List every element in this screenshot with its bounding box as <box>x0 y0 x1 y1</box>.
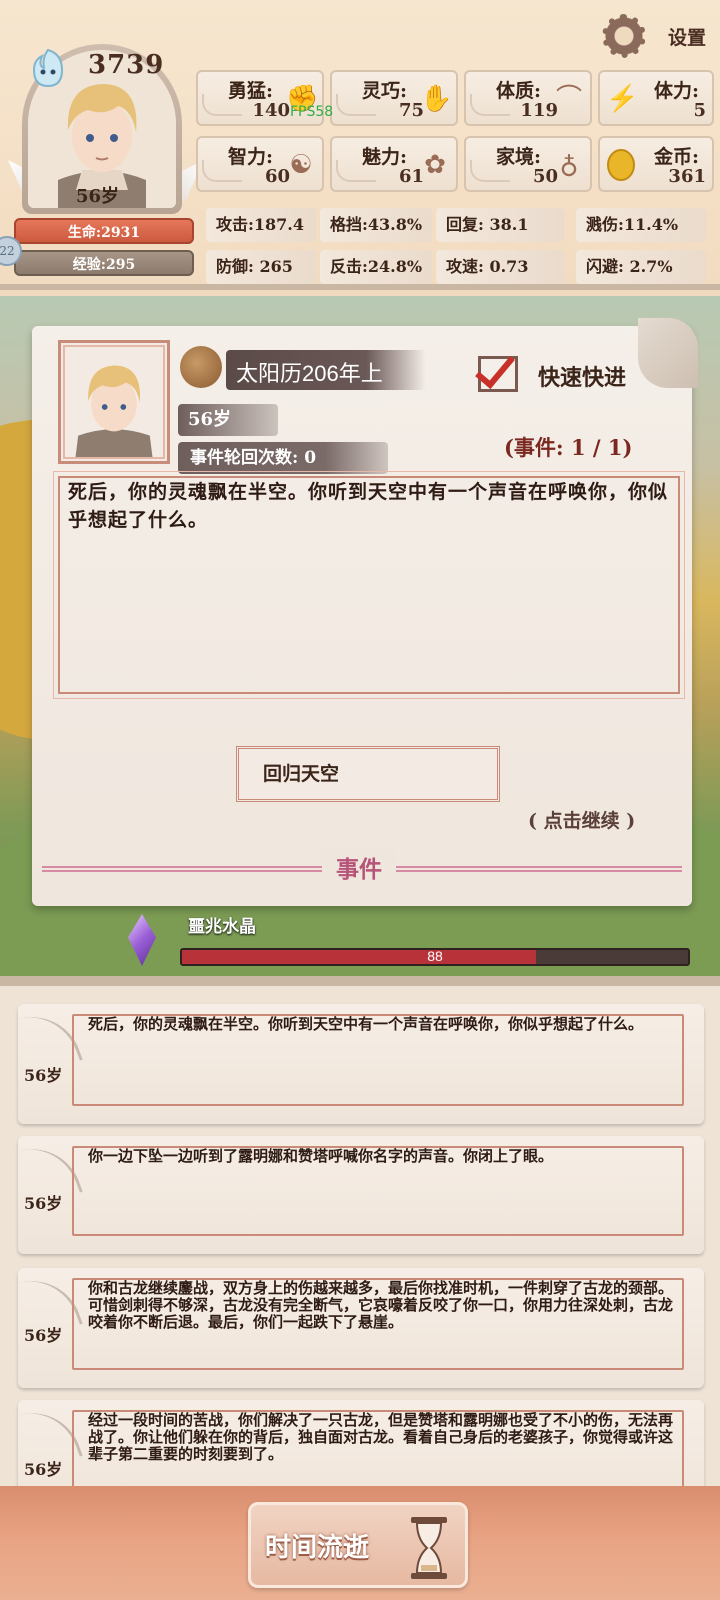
log-entry[interactable]: 56岁 你和古龙继续鏖战，双方身上的伤越来越多，最后你找准时机，一件刺穿了古龙的… <box>15 1267 704 1388</box>
fast-forward-label[interactable]: 快速快进 <box>538 360 626 392</box>
status-header: 设置 3739 56岁 生命:2931 经验:295 22 勇猛: 140 ✊ … <box>0 0 720 290</box>
entry-age: 56岁 <box>24 1460 63 1479</box>
hourglass-icon <box>411 1517 447 1579</box>
coin-badge-icon <box>180 346 222 388</box>
settings-label: 设置 <box>667 26 706 49</box>
log-entry[interactable]: 56岁 你一边下坠一边听到了露明娜和赞塔呼喊你名字的声音。你闭上了眼。 <box>15 1135 704 1254</box>
crystal-value: 88 <box>427 948 443 964</box>
combat-block: 格挡:43.8% <box>320 208 432 242</box>
events-section-label: 事件 <box>322 850 396 884</box>
gold-value: 361 <box>668 166 706 187</box>
stat-label: 魅力: <box>362 146 408 168</box>
combat-regen: 回复: 38.1 <box>436 208 564 242</box>
click-continue-hint[interactable]: ( 点击继续 ) <box>528 806 635 833</box>
combat-dodge: 闪避: 2.7% <box>576 250 706 284</box>
flower-icon: ✿ <box>424 150 446 180</box>
stat-intelligence[interactable]: 智力: 60 ☯ <box>196 136 324 192</box>
cycle-label: 事件轮回次数: <box>190 448 299 468</box>
character-age: 56岁 <box>76 186 120 207</box>
crystal-progress-bar: 88 <box>180 948 690 966</box>
stat-family[interactable]: 家境: 50 ♁ <box>464 136 592 192</box>
log-entry[interactable]: 56岁 死后，你的灵魂飘在半空。你听到天空中有一个声音在呼唤你，你似乎想起了什么… <box>15 1003 704 1124</box>
stat-label: 体质: <box>496 80 542 102</box>
entry-text: 你一边下坠一边听到了露明娜和赞塔呼喊你名字的声音。你闭上了眼。 <box>88 1147 554 1165</box>
money-bag-icon: ♁ <box>559 150 579 180</box>
stat-label: 灵巧: <box>362 80 408 102</box>
hand-icon: ✋ <box>420 84 453 114</box>
page-curl-decoration <box>638 318 698 388</box>
entry-age: 56岁 <box>24 1326 63 1345</box>
entry-text: 你和古龙继续鏖战，双方身上的伤越来越多，最后你找准时机，一件刺穿了古龙的颈部。可… <box>88 1279 674 1331</box>
event-description: 死后，你的灵魂飘在半空。你听到天空中有一个声音在呼唤你，你似乎想起了什么。 <box>68 481 669 531</box>
combat-defense: 防御: 265 <box>206 250 316 284</box>
coin-icon <box>606 148 636 182</box>
lightning-icon: ⚡ <box>606 84 639 114</box>
event-portrait <box>58 340 170 464</box>
character-portrait-small <box>61 345 167 459</box>
stat-constitution[interactable]: 体质: 119 ⌒ <box>464 70 592 126</box>
entry-age: 56岁 <box>24 1066 63 1085</box>
entry-text: 经过一段时间的苦战，你们解决了一只古龙，但是赞塔和露明娜也受了不小的伤，无法再战… <box>88 1411 674 1463</box>
combat-splash: 溅伤:11.4% <box>576 208 706 242</box>
stat-energy[interactable]: ⚡ 体力: 5 <box>598 70 714 126</box>
muscle-icon: ⌒ <box>555 84 582 114</box>
crystal-name: 噩兆水晶 <box>188 917 256 937</box>
time-passes-button[interactable]: 时间流逝 <box>248 1502 468 1588</box>
score-value: 3739 <box>88 50 165 80</box>
combat-counter: 反击:24.8% <box>320 250 432 284</box>
stat-value: 119 <box>520 100 558 121</box>
stat-agility[interactable]: 灵巧: 75 ✋ <box>330 70 458 126</box>
cycle-value: 0 <box>304 448 317 468</box>
event-counter: (事件: 1 / 1) <box>504 435 633 460</box>
stat-gold[interactable]: 金币: 361 <box>598 136 714 192</box>
fps-counter: FPS58 <box>290 104 334 120</box>
event-date: 太阳历206年上 <box>236 361 383 386</box>
event-cycle-count: 事件轮回次数: 0 <box>178 442 388 474</box>
settings-button[interactable]: 设置 <box>600 12 706 60</box>
energy-value: 5 <box>693 100 706 121</box>
combat-speed: 攻速: 0.73 <box>436 250 564 284</box>
time-passes-label: 时间流逝 <box>265 1533 370 1563</box>
energy-label: 体力: <box>654 80 700 102</box>
stat-value: 140 <box>252 100 290 121</box>
stat-label: 勇猛: <box>228 80 274 102</box>
entry-age: 56岁 <box>24 1194 63 1213</box>
choice-return-sky-button[interactable]: 回归天空 <box>236 746 500 802</box>
fast-forward-checkbox[interactable] <box>475 347 518 392</box>
event-age: 56岁 <box>178 404 278 436</box>
stat-label: 智力: <box>228 146 274 168</box>
stat-label: 家境: <box>496 146 542 168</box>
xp-bar: 经验:295 <box>14 250 194 276</box>
bottom-bar: 时间流逝 <box>0 1486 720 1600</box>
brain-icon: ☯ <box>289 150 313 180</box>
stat-charm[interactable]: 魅力: 61 ✿ <box>330 136 458 192</box>
combat-attack: 攻击:187.4 <box>206 208 316 242</box>
spirit-icon <box>32 48 64 88</box>
entry-text: 死后，你的灵魂飘在半空。你听到天空中有一个声音在呼唤你，你似乎想起了什么。 <box>88 1015 644 1033</box>
event-log[interactable]: 56岁 死后，你的灵魂飘在半空。你听到天空中有一个声音在呼唤你，你似乎想起了什么… <box>0 976 720 1510</box>
gear-icon <box>600 12 648 60</box>
gold-label: 金币: <box>654 146 700 168</box>
hp-bar: 生命:2931 <box>14 218 194 244</box>
